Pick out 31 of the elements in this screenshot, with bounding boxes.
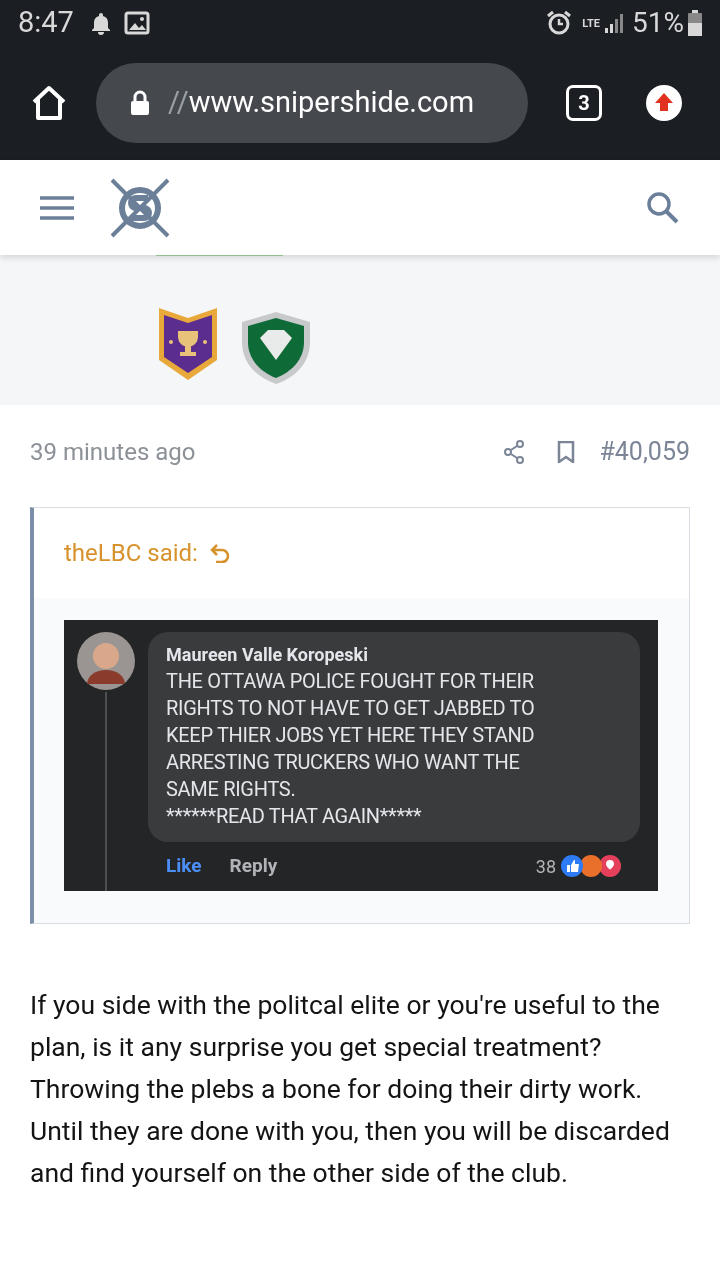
- post-number[interactable]: #40,059: [599, 433, 690, 471]
- diamond-badge-icon: [240, 310, 312, 386]
- like-link[interactable]: Like: [166, 852, 202, 881]
- quote-author[interactable]: theLBC said:: [64, 535, 198, 571]
- post-time[interactable]: 39 minutes ago: [30, 434, 196, 470]
- battery-percent: 51%: [632, 5, 684, 41]
- trophy-badge-icon: [158, 306, 218, 382]
- image-icon: [123, 11, 150, 35]
- tab-count-button[interactable]: 3: [566, 85, 602, 121]
- bell-icon: [89, 11, 112, 35]
- lock-icon: [130, 90, 150, 116]
- alarm-icon: [546, 10, 573, 36]
- clock-time: 8:47: [18, 4, 74, 42]
- avatar: [77, 632, 135, 690]
- bookmark-icon[interactable]: [557, 441, 576, 463]
- home-icon[interactable]: [30, 84, 68, 122]
- network-label: LTE: [582, 17, 600, 29]
- signal-icon: [604, 12, 626, 34]
- search-icon[interactable]: [646, 190, 680, 225]
- commenter-name: Maureen Valle Koropeski: [166, 643, 369, 667]
- reactions-icon: [560, 854, 622, 879]
- url-text: //www.snipershide.com: [168, 84, 475, 122]
- comment-text: THE OTTAWA POLICE FOUGHT FOR THEIR RIGHTS TO NOT HAVE TO GET JABBED TO KEEP THIER JOBS YET HERE THEY STAND ARRESTING TRUCKERS WHO WANT THE SAME RIGHTS. ******READ THAT AGAIN*****: [166, 668, 536, 830]
- menu-icon[interactable]: [40, 195, 74, 220]
- address-bar[interactable]: //www.snipershide.com: [96, 63, 528, 143]
- battery-icon: [688, 10, 702, 36]
- reply-link[interactable]: Reply: [229, 852, 278, 881]
- share-icon[interactable]: [503, 440, 526, 464]
- jump-arrow-icon[interactable]: [209, 543, 230, 563]
- reaction-count: 38: [535, 854, 556, 879]
- post-body: If you side with the politcal elite or you're useful to the plan, is it any surprise you get special treatment? Throwing the plebs a bone for doing their dirty work. Until they are done with you, then you will be discarded and find yourself on the other side of the club.: [30, 988, 671, 1190]
